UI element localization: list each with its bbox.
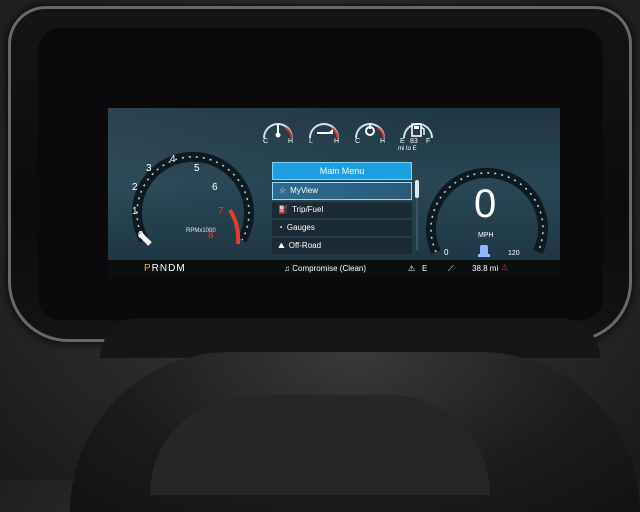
menu-item-myview[interactable]: ☆ MyView bbox=[272, 182, 412, 200]
menu-item-gauges[interactable]: ◔ Gauges bbox=[272, 220, 412, 236]
tach-tick-7: 7 bbox=[218, 206, 224, 217]
menu-item-label: Off-Road bbox=[288, 241, 322, 250]
tach-tick-5: 5 bbox=[194, 163, 200, 174]
engine-temp-gauge: C H bbox=[258, 116, 298, 150]
oil-temp-low: L bbox=[309, 138, 313, 145]
audio-source: Compromise (Clean) bbox=[292, 264, 367, 273]
rpm-unit-label: RPMx1000 bbox=[186, 228, 216, 234]
speed-value: 0 bbox=[474, 182, 497, 226]
fuel-gauge: E 83 F mi to E bbox=[398, 116, 448, 152]
menu-item-trip-fuel[interactable]: ⛽ Trip/Fuel bbox=[272, 202, 412, 218]
menu-item-off-road[interactable]: ⛰ Off-Road bbox=[272, 238, 412, 254]
speedometer: 0 MPH 0 120 bbox=[422, 162, 552, 262]
fuel-pump-icon bbox=[403, 123, 433, 139]
trans-temp-high: H bbox=[380, 138, 386, 145]
tach-tick-4: 4 bbox=[170, 154, 176, 165]
menu-item-label: Gauges bbox=[286, 223, 315, 232]
menu-item-label: MyView bbox=[290, 186, 319, 195]
lane-icon: ⟋ bbox=[448, 264, 454, 273]
trans-temp-low: C bbox=[355, 138, 361, 145]
gear-active: P bbox=[144, 263, 152, 274]
fuel-range-label: mi to E bbox=[398, 146, 417, 152]
menu-scroll-thumb[interactable] bbox=[415, 180, 419, 198]
menu-item-label: Trip/Fuel bbox=[291, 205, 324, 214]
fuel-pump-icon: ⛽ bbox=[278, 205, 288, 214]
speed-max: 120 bbox=[508, 250, 520, 257]
tachometer: 0 1 2 3 4 5 6 7 8 RPMx1000 bbox=[130, 148, 260, 268]
trans-temp-gauge: C H bbox=[350, 116, 390, 150]
engine-temp-icon bbox=[263, 123, 293, 139]
status-bar: PRNDM ♫ Compromise (Clean) ⚠ E ⟋ 38.8 mi… bbox=[108, 260, 560, 278]
gear-indicator: PRNDM bbox=[144, 263, 186, 274]
audio-status: ♫ Compromise (Clean) bbox=[284, 264, 366, 273]
fuel-empty: E bbox=[400, 138, 405, 145]
oil-can-icon bbox=[309, 123, 339, 139]
fuel-range-value: 83 bbox=[410, 138, 418, 145]
tach-tick-3: 3 bbox=[146, 163, 152, 174]
transmission-temp-icon bbox=[355, 123, 385, 139]
steering-wheel-hub bbox=[150, 395, 490, 495]
star-icon: ☆ bbox=[279, 186, 287, 195]
engine-temp-high: H bbox=[288, 138, 294, 145]
oil-temp-gauge: L H bbox=[304, 116, 344, 150]
instrument-screen: C H L H C H E 83 F mi to E 0 1 2 3 4 5 6… bbox=[108, 108, 560, 278]
engine-temp-low: C bbox=[263, 138, 269, 145]
oil-temp-high: H bbox=[334, 138, 340, 145]
tach-tick-6: 6 bbox=[212, 182, 218, 193]
tach-tick-1: 1 bbox=[132, 206, 138, 217]
tach-tick-0: 0 bbox=[138, 230, 144, 241]
fuel-full: F bbox=[426, 138, 431, 145]
speed-min: 0 bbox=[444, 248, 449, 257]
offroad-icon: ⛰ bbox=[278, 241, 285, 250]
gauge-icon: ◔ bbox=[278, 223, 283, 232]
menu-title: Main Menu bbox=[272, 162, 412, 180]
odometer: 38.8 mi bbox=[472, 264, 499, 273]
traction-icon: ⚠ bbox=[408, 264, 416, 273]
range-letter: E bbox=[422, 264, 428, 273]
tach-tick-2: 2 bbox=[132, 182, 138, 193]
music-note-icon: ♫ bbox=[284, 264, 290, 273]
gear-rest: RNDM bbox=[151, 263, 186, 274]
seat-icon bbox=[478, 245, 490, 257]
warning-icon: ⚠ bbox=[501, 263, 509, 272]
main-menu: Main Menu ☆ MyView ⛽ Trip/Fuel ◔ Gauges … bbox=[272, 162, 412, 254]
speed-unit: MPH bbox=[478, 232, 494, 239]
